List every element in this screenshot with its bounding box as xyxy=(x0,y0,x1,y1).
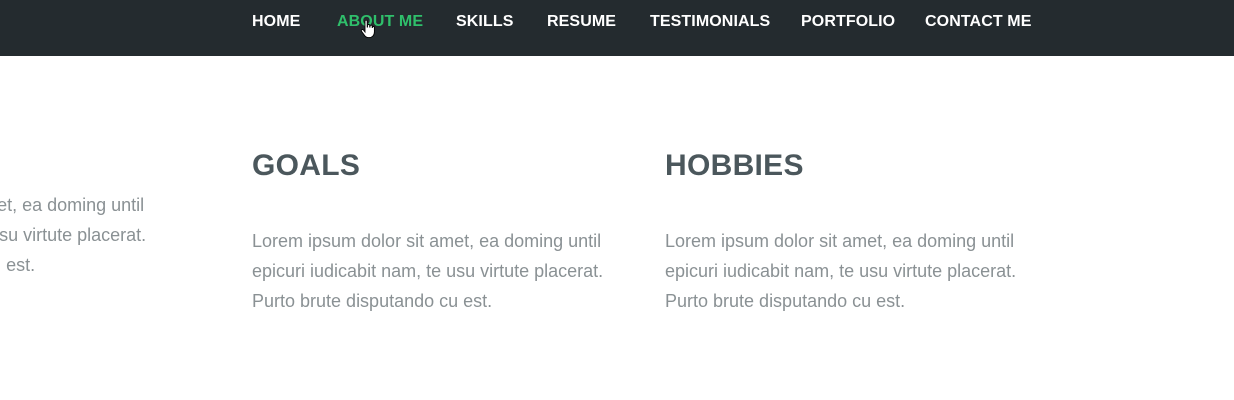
about-content: Lorem ipsum dolor sit amet, ea doming un… xyxy=(0,56,1234,400)
nav-skills[interactable]: SKILLS xyxy=(456,13,514,31)
hobbies-title: HOBBIES xyxy=(665,149,804,182)
nav-contact-me[interactable]: CONTACT ME xyxy=(925,13,1031,31)
goals-title: GOALS xyxy=(252,149,361,182)
goals-text: Lorem ipsum dolor sit amet, ea doming un… xyxy=(252,231,604,311)
nav-home[interactable]: HOME xyxy=(252,13,300,31)
nav-portfolio[interactable]: PORTFOLIO xyxy=(801,13,895,31)
about-column-partial: Lorem ipsum dolor sit amet, ea doming un… xyxy=(0,148,175,280)
hobbies-column: HOBBIES Lorem ipsum dolor sit amet, ea d… xyxy=(665,148,1045,316)
column-text: Lorem ipsum dolor sit amet, ea doming un… xyxy=(0,195,147,275)
hobbies-text: Lorem ipsum dolor sit amet, ea doming un… xyxy=(665,231,1017,311)
nav-testimonials[interactable]: TESTIMONIALS xyxy=(650,13,770,31)
goals-column: GOALS Lorem ipsum dolor sit amet, ea dom… xyxy=(252,148,632,316)
nav-resume[interactable]: RESUME xyxy=(547,13,616,31)
hand-pointer-icon xyxy=(361,20,375,38)
nav-about-me[interactable]: ABOUT ME xyxy=(337,13,423,31)
top-navbar: HOME ABOUT ME SKILLS RESUME TESTIMONIALS… xyxy=(0,0,1234,56)
